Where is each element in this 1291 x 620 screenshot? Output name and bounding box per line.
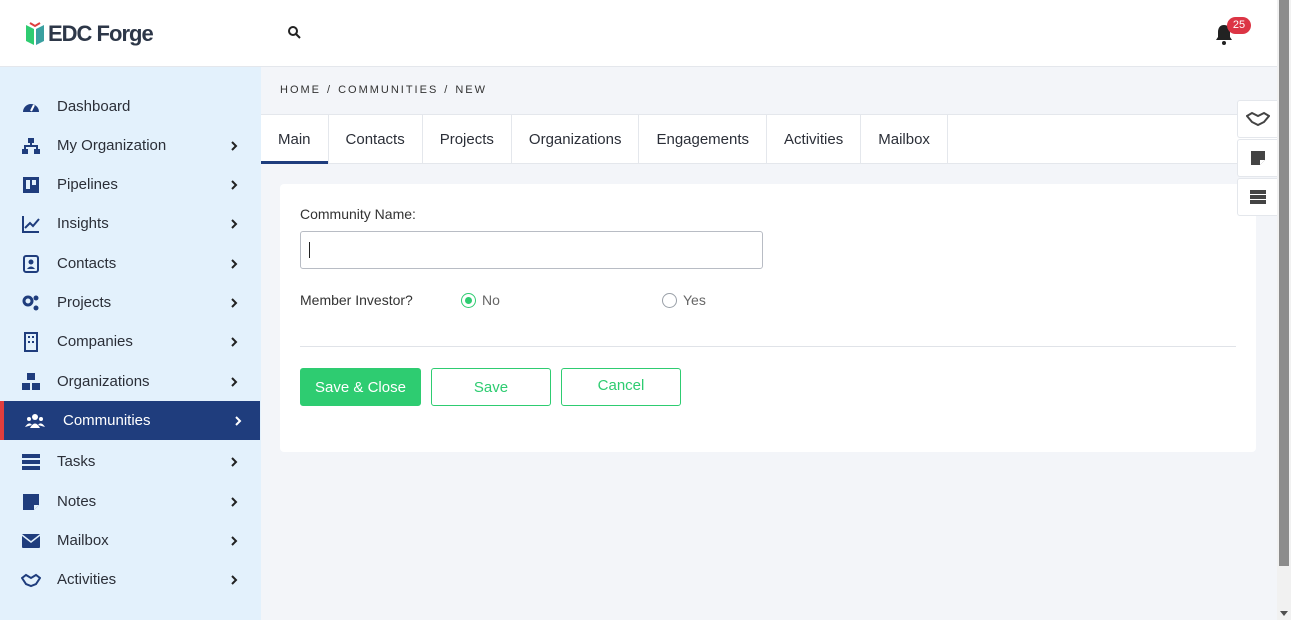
tab-main[interactable]: Main <box>261 115 329 164</box>
sidebar-item-label: Notes <box>57 493 97 510</box>
brand-name: EDC Forge <box>48 21 154 46</box>
chevron-right-icon <box>231 574 238 585</box>
handshake-icon <box>21 573 41 587</box>
chevron-right-icon <box>231 456 238 467</box>
sidebar-item-pipelines[interactable]: Pipelines <box>0 165 260 204</box>
cubes-icon <box>22 372 40 390</box>
org-chart-icon <box>22 137 40 154</box>
note-icon <box>23 493 39 510</box>
sidebar-item-label: Mailbox <box>57 532 109 549</box>
brand-logo[interactable]: EDC Forge <box>24 20 154 48</box>
sidebar-item-contacts[interactable]: Contacts <box>0 244 260 283</box>
search-icon[interactable] <box>286 24 304 42</box>
tab-bar: Main Contacts Projects Organizations Eng… <box>261 114 1277 164</box>
sidebar-item-activities[interactable]: Activities <box>0 560 260 599</box>
breadcrumb-separator: / <box>444 84 450 96</box>
tab-activities[interactable]: Activities <box>767 115 862 163</box>
chevron-right-icon <box>231 258 238 269</box>
sidebar-item-label: Dashboard <box>57 98 131 115</box>
breadcrumb: HOME / COMMUNITIES / NEW <box>280 84 487 96</box>
sidebar-item-companies[interactable]: Companies <box>0 322 260 361</box>
quick-tools <box>1237 100 1277 217</box>
contact-card-icon <box>23 254 39 273</box>
divider <box>300 346 1236 347</box>
chevron-right-icon <box>231 297 238 308</box>
sidebar-item-my-organization[interactable]: My Organization <box>0 126 260 165</box>
tab-organizations[interactable]: Organizations <box>512 115 640 163</box>
envelope-icon <box>21 533 41 548</box>
sidebar-item-insights[interactable]: Insights <box>0 204 260 243</box>
member-investor-label: Member Investor? <box>300 292 413 308</box>
sidebar-item-mailbox[interactable]: Mailbox <box>0 521 260 560</box>
sidebar-item-notes[interactable]: Notes <box>0 482 260 521</box>
gears-icon <box>22 295 39 310</box>
member-investor-no-radio[interactable]: No <box>461 292 500 308</box>
page-scrollbar[interactable] <box>1277 0 1291 620</box>
save-button[interactable]: Save <box>431 368 551 406</box>
sidebar-item-label: Projects <box>57 294 112 311</box>
breadcrumb-home[interactable]: HOME <box>280 84 321 96</box>
notification-badge: 25 <box>1227 17 1251 34</box>
pipeline-icon <box>23 176 39 193</box>
sidebar-item-label: Activities <box>57 571 117 588</box>
sidebar-item-label: Tasks <box>57 453 96 470</box>
breadcrumb-current: NEW <box>455 84 488 96</box>
scroll-down-icon[interactable] <box>1280 611 1288 616</box>
sidebar-item-label: Organizations <box>57 373 150 390</box>
sidebar-item-label: Insights <box>57 215 109 232</box>
scroll-thumb[interactable] <box>1279 0 1289 566</box>
chevron-right-icon <box>235 415 242 426</box>
sidebar-item-communities[interactable]: Communities <box>0 401 260 440</box>
radio-unselected-icon <box>662 292 677 308</box>
sidebar-item-dashboard[interactable]: Dashboard <box>0 87 260 126</box>
top-bar: EDC Forge 25 <box>0 0 1277 67</box>
building-icon <box>24 331 38 352</box>
tab-contacts[interactable]: Contacts <box>329 115 423 163</box>
community-name-input[interactable] <box>300 231 763 269</box>
chart-line-icon <box>22 215 40 233</box>
sidebar-item-label: Communities <box>63 412 151 429</box>
tasks-icon <box>1249 190 1266 204</box>
breadcrumb-communities[interactable]: COMMUNITIES <box>338 84 438 96</box>
sidebar-item-tasks[interactable]: Tasks <box>0 442 260 481</box>
tab-engagements[interactable]: Engagements <box>639 115 768 163</box>
cancel-button[interactable]: Cancel <box>561 368 681 406</box>
chevron-right-icon <box>231 179 238 190</box>
chevron-right-icon <box>231 140 238 151</box>
sidebar: Dashboard My Organization Pipelines Insi… <box>0 67 261 620</box>
sidebar-item-organizations[interactable]: Organizations <box>0 362 260 401</box>
member-investor-yes-radio[interactable]: Yes <box>662 292 706 308</box>
text-cursor <box>309 242 310 258</box>
breadcrumb-separator: / <box>327 84 333 96</box>
sidebar-item-projects[interactable]: Projects <box>0 283 260 322</box>
handshake-icon <box>1245 111 1270 127</box>
chevron-right-icon <box>231 496 238 507</box>
sidebar-item-label: Companies <box>57 333 133 350</box>
quick-note-button[interactable] <box>1237 139 1277 177</box>
note-icon <box>1250 151 1265 165</box>
sidebar-item-label: Contacts <box>57 255 117 272</box>
logo-mark-icon <box>26 22 44 45</box>
tab-projects[interactable]: Projects <box>423 115 512 163</box>
community-name-label: Community Name: <box>300 206 416 222</box>
quick-activity-button[interactable] <box>1237 100 1277 138</box>
community-form-card: Community Name: Member Investor? No Yes … <box>280 184 1256 452</box>
tasks-icon <box>22 453 40 470</box>
sidebar-item-label: My Organization <box>57 137 167 154</box>
chevron-right-icon <box>231 218 238 229</box>
chevron-right-icon <box>231 535 238 546</box>
chevron-right-icon <box>231 336 238 347</box>
radio-selected-icon <box>461 292 476 308</box>
sidebar-item-label: Pipelines <box>57 176 118 193</box>
dashboard-icon <box>23 103 39 112</box>
quick-task-button[interactable] <box>1237 178 1277 216</box>
radio-label-no: No <box>482 292 500 308</box>
tab-mailbox[interactable]: Mailbox <box>861 115 948 163</box>
chevron-right-icon <box>231 376 238 387</box>
radio-label-yes: Yes <box>683 292 706 308</box>
save-close-button[interactable]: Save & Close <box>300 368 421 406</box>
users-icon <box>25 413 45 428</box>
